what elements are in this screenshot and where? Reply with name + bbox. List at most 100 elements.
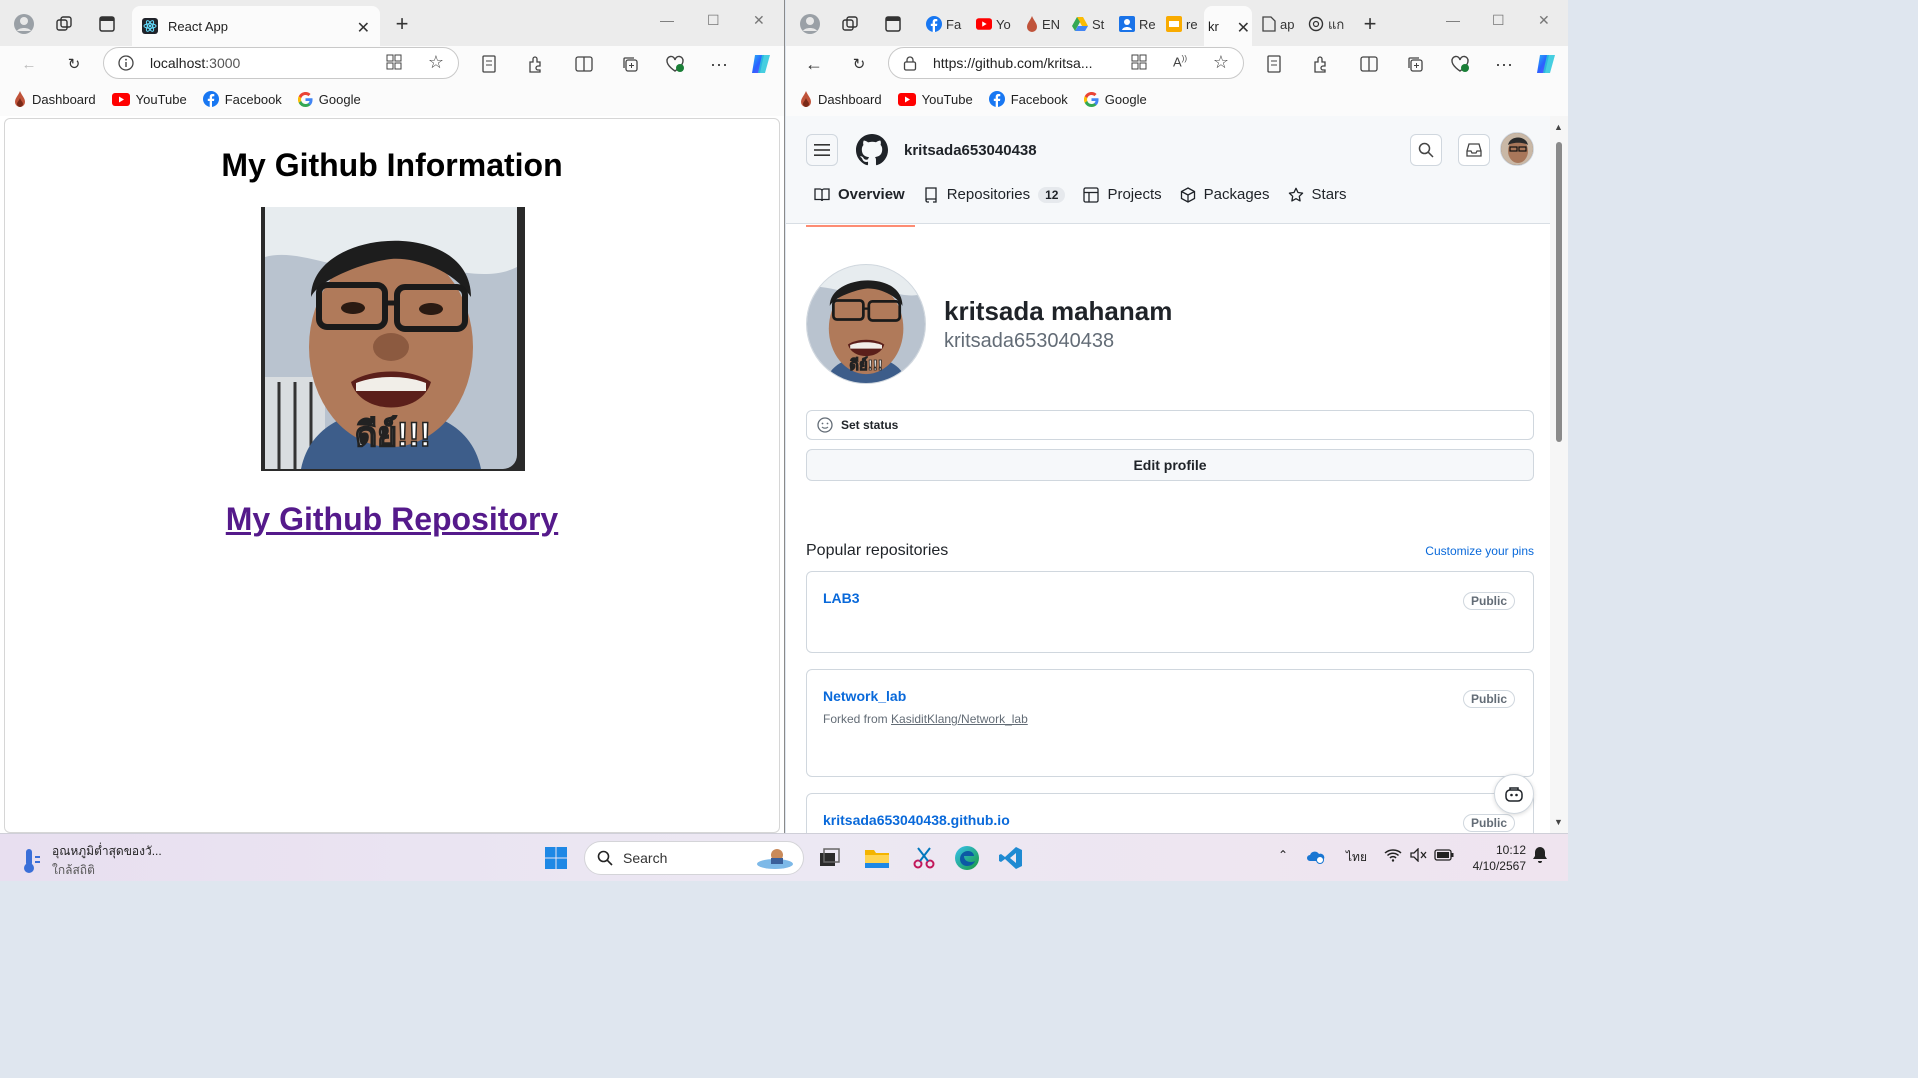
maximize-icon[interactable]: ☐ (707, 12, 720, 29)
snipping-tool-icon[interactable] (909, 843, 939, 873)
browser-essentials-icon[interactable] (1448, 52, 1472, 76)
apps-icon[interactable] (386, 54, 402, 73)
battery-icon[interactable] (1434, 848, 1454, 865)
minimize-icon[interactable]: — (660, 12, 674, 28)
profile-icon[interactable] (798, 12, 822, 36)
bookmark-youtube[interactable]: YouTube (897, 92, 973, 107)
collections-icon[interactable] (1403, 52, 1427, 76)
vscode-icon[interactable] (996, 843, 1026, 873)
hamburger-menu-button[interactable] (806, 134, 838, 166)
tab-stars[interactable]: Stars (1280, 186, 1357, 215)
reading-view-icon[interactable] (1262, 52, 1286, 76)
more-menu-icon[interactable]: ··· (1492, 52, 1516, 76)
extensions-icon[interactable] (523, 52, 547, 76)
bookmark-dashboard[interactable]: Dashboard (800, 91, 882, 107)
read-aloud-icon[interactable]: A)) (1173, 54, 1187, 69)
workspaces-icon[interactable] (52, 12, 76, 36)
repo-name-link[interactable]: kritsada653040438.github.io (823, 812, 1010, 828)
tab-packages[interactable]: Packages (1172, 186, 1280, 215)
vertical-scrollbar[interactable]: ▲ ▼ (1550, 116, 1568, 833)
tab-repositories[interactable]: Repositories 12 (915, 186, 1076, 215)
more-menu-icon[interactable]: ··· (707, 52, 731, 76)
customize-pins-link[interactable]: Customize your pins (1425, 544, 1534, 558)
new-tab-icon[interactable]: + (390, 11, 414, 36)
task-view-icon[interactable] (815, 843, 845, 873)
address-bar[interactable]: localhost:3000 ☆ (103, 47, 459, 79)
new-tab-icon[interactable]: + (1358, 11, 1382, 36)
refresh-icon[interactable]: ↻ (62, 52, 86, 76)
favorite-star-icon[interactable]: ☆ (1213, 52, 1229, 73)
address-bar[interactable]: https://github.com/kritsa... A)) ☆ (888, 47, 1244, 79)
tab-youtube[interactable]: Yo (976, 14, 1011, 34)
wifi-icon[interactable] (1384, 848, 1402, 865)
set-status-button[interactable]: Set status (806, 410, 1534, 440)
github-logo-icon[interactable] (856, 134, 888, 169)
maximize-icon[interactable]: ☐ (1492, 12, 1505, 29)
notifications-bell-icon[interactable] (1532, 846, 1548, 867)
user-avatar[interactable] (1500, 132, 1534, 166)
bookmark-dashboard[interactable]: Dashboard (14, 91, 96, 107)
close-tab-icon[interactable]: ✕ (1237, 18, 1250, 38)
tab-ap[interactable]: ap (1262, 14, 1294, 34)
tab-github-active[interactable]: kr ✕ (1204, 6, 1252, 46)
back-icon[interactable]: ← (802, 52, 826, 76)
copilot-chat-button[interactable] (1494, 774, 1534, 814)
tab-facebook[interactable]: Fa (926, 14, 961, 34)
edge-icon[interactable] (952, 843, 982, 873)
edit-profile-button[interactable]: Edit profile (806, 449, 1534, 481)
tab-drive[interactable]: St (1072, 14, 1104, 34)
bookmark-facebook[interactable]: Facebook (988, 91, 1068, 107)
scroll-up-icon[interactable]: ▲ (1554, 122, 1563, 132)
repo-name-link[interactable]: LAB3 (823, 590, 860, 606)
extensions-icon[interactable] (1308, 52, 1332, 76)
onedrive-icon[interactable] (1306, 848, 1326, 867)
tab-en[interactable]: EN (1026, 14, 1060, 34)
tab-overview[interactable]: Overview (806, 186, 915, 227)
header-username[interactable]: kritsada653040438 (904, 142, 1037, 159)
volume-muted-icon[interactable] (1410, 847, 1428, 865)
split-screen-icon[interactable] (572, 52, 596, 76)
bookmark-google[interactable]: Google (1083, 91, 1147, 107)
reading-view-icon[interactable] (477, 52, 501, 76)
file-explorer-icon[interactable] (862, 843, 892, 873)
github-repository-link[interactable]: My Github Repository (5, 501, 779, 538)
profile-avatar[interactable]: ดีย์!!! (806, 264, 926, 384)
tab-slides[interactable]: re (1166, 14, 1198, 34)
show-hidden-icons[interactable]: ⌃ (1278, 848, 1288, 862)
start-button[interactable] (541, 843, 571, 873)
inbox-button[interactable] (1458, 134, 1490, 166)
tab-react-app[interactable]: React App ✕ (132, 6, 380, 46)
search-button[interactable] (1410, 134, 1442, 166)
fork-source-link[interactable]: KasiditKlang/Network_lab (891, 712, 1028, 726)
copilot-icon[interactable] (1534, 52, 1558, 76)
lock-icon[interactable] (903, 55, 917, 71)
language-indicator[interactable]: ไทย (1346, 848, 1367, 867)
browser-essentials-icon[interactable] (663, 52, 687, 76)
copilot-icon[interactable] (749, 52, 773, 76)
repo-name-link[interactable]: Network_lab (823, 688, 906, 704)
tab-actions-icon[interactable] (95, 12, 119, 36)
tab-thai[interactable]: แก (1308, 14, 1344, 34)
collections-icon[interactable] (618, 52, 642, 76)
system-clock[interactable]: 10:12 4/10/2567 (1473, 842, 1526, 874)
bookmark-youtube[interactable]: YouTube (111, 92, 187, 107)
tab-projects[interactable]: Projects (1075, 186, 1171, 215)
favorite-star-icon[interactable]: ☆ (428, 52, 444, 73)
scroll-down-icon[interactable]: ▼ (1554, 817, 1563, 827)
tab-re[interactable]: Re (1119, 14, 1156, 34)
tab-actions-icon[interactable] (881, 12, 905, 36)
minimize-icon[interactable]: — (1446, 12, 1460, 28)
bookmark-google[interactable]: Google (297, 91, 361, 107)
refresh-icon[interactable]: ↻ (847, 52, 871, 76)
back-icon[interactable]: ← (17, 52, 41, 76)
scrollbar-thumb[interactable] (1556, 142, 1562, 442)
info-icon[interactable] (118, 55, 134, 71)
close-window-icon[interactable]: ✕ (1538, 12, 1550, 29)
profile-icon[interactable] (12, 12, 36, 36)
workspaces-icon[interactable] (838, 12, 862, 36)
close-tab-icon[interactable]: ✕ (357, 18, 370, 38)
taskbar-search[interactable]: Search (584, 841, 804, 875)
apps-icon[interactable] (1131, 54, 1147, 73)
bookmark-facebook[interactable]: Facebook (202, 91, 282, 107)
weather-widget[interactable]: อุณหภูมิต่ำสุดของวั... ใกล้สถิติ (20, 842, 162, 880)
